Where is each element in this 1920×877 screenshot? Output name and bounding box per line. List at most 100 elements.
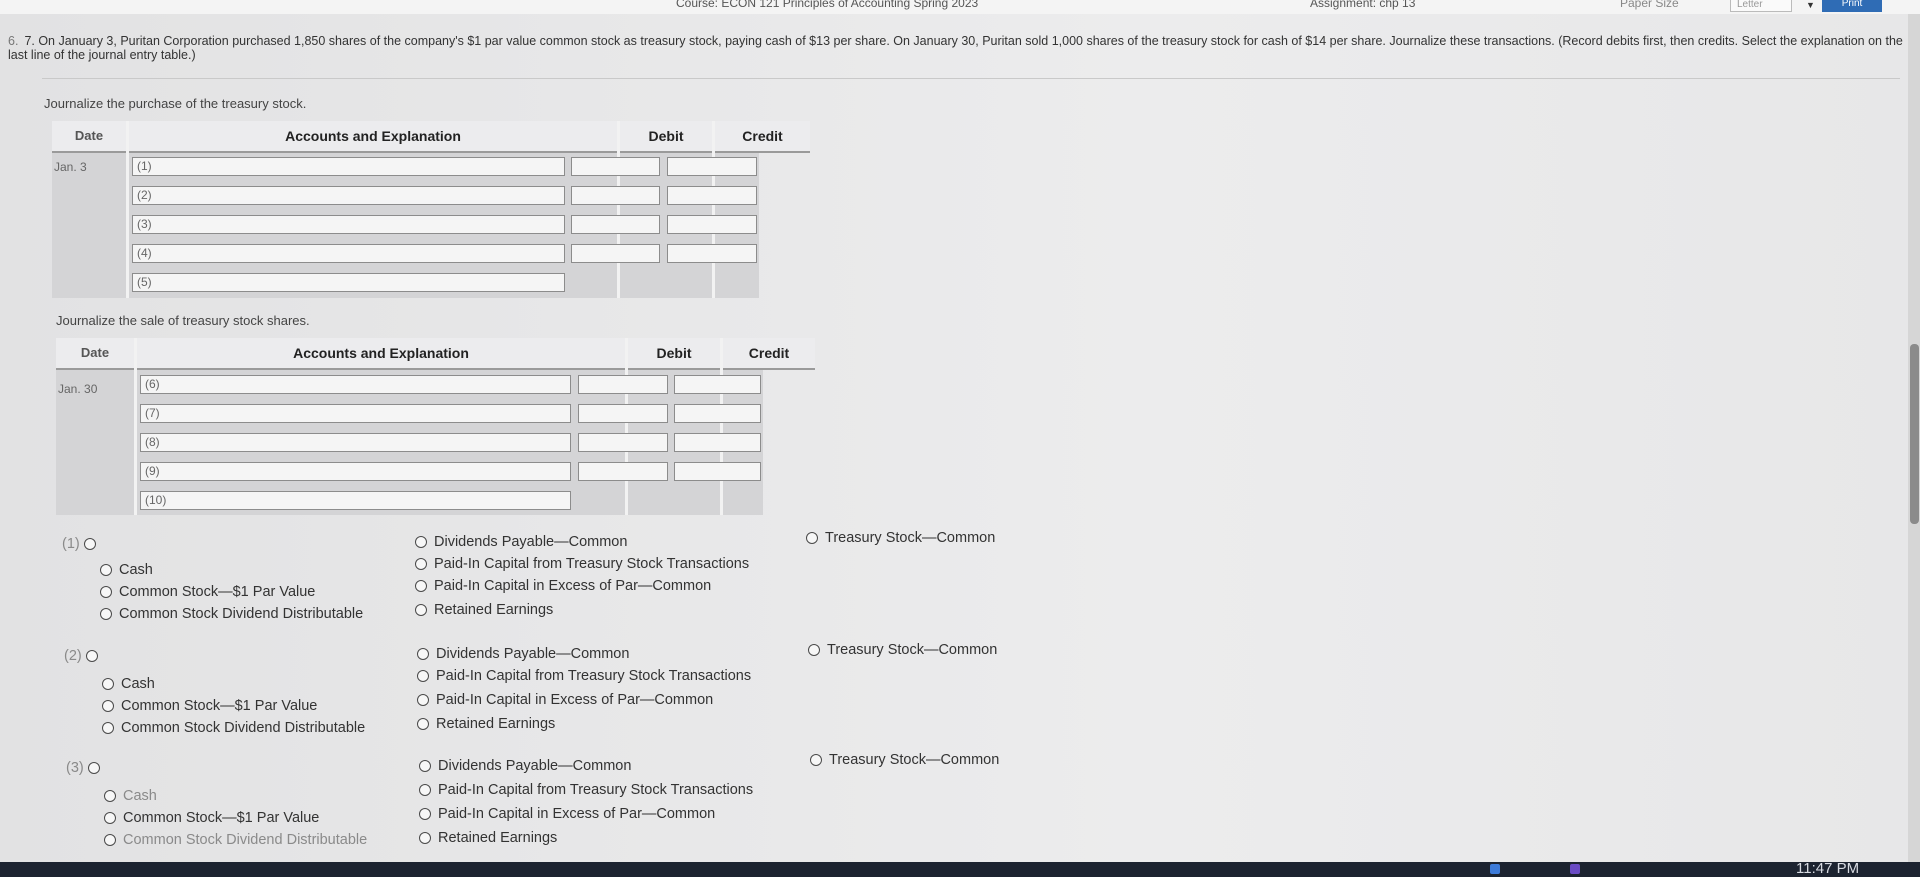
- radio-icon[interactable]: [806, 532, 818, 544]
- radio-icon[interactable]: [419, 832, 431, 844]
- radio-icon[interactable]: [417, 670, 429, 682]
- course-title: Course: ECON 121 Principles of Accountin…: [676, 0, 979, 10]
- option-common-stock[interactable]: Common Stock—$1 Par Value: [100, 584, 315, 600]
- radio-icon[interactable]: [415, 558, 427, 570]
- credit-field[interactable]: [674, 462, 761, 481]
- debit-field[interactable]: [578, 433, 668, 452]
- credit-field[interactable]: [667, 215, 757, 234]
- option-label: Common Stock—$1 Par Value: [119, 584, 316, 600]
- credit-field[interactable]: [667, 186, 757, 205]
- app-icon[interactable]: [1570, 864, 1580, 874]
- option-dividends-payable[interactable]: Dividends Payable—Common: [415, 534, 627, 550]
- debit-field[interactable]: [571, 157, 660, 176]
- column-separator: [712, 121, 715, 298]
- chevron-down-icon[interactable]: ▼: [1806, 0, 1815, 10]
- radio-icon[interactable]: [104, 834, 116, 846]
- option-dividends-payable[interactable]: Dividends Payable—Common: [419, 758, 631, 774]
- radio-icon[interactable]: [417, 718, 429, 730]
- option-label: Common Stock Dividend Distributable: [123, 832, 368, 848]
- option-group-label: (2): [64, 648, 82, 664]
- credit-field[interactable]: [674, 433, 761, 452]
- option-paid-in-excess[interactable]: Paid-In Capital in Excess of Par—Common: [419, 806, 715, 822]
- option-cs-dividend-distributable[interactable]: Common Stock Dividend Distributable: [102, 720, 365, 736]
- option-blank[interactable]: (1): [62, 536, 103, 552]
- radio-icon[interactable]: [100, 586, 112, 598]
- radio-icon[interactable]: [102, 678, 114, 690]
- option-label: Dividends Payable—Common: [436, 646, 630, 662]
- radio-icon[interactable]: [419, 784, 431, 796]
- radio-icon[interactable]: [808, 644, 820, 656]
- app-icon[interactable]: [1490, 864, 1500, 874]
- radio-icon[interactable]: [417, 648, 429, 660]
- radio-icon[interactable]: [100, 564, 112, 576]
- option-treasury-stock[interactable]: Treasury Stock—Common: [806, 530, 995, 546]
- option-label: Common Stock—$1 Par Value: [123, 810, 320, 826]
- account-field[interactable]: (3): [132, 215, 565, 234]
- account-field[interactable]: (8): [140, 433, 571, 452]
- account-field[interactable]: (1): [132, 157, 565, 176]
- option-retained-earnings[interactable]: Retained Earnings: [415, 602, 553, 618]
- scrollbar[interactable]: [1908, 14, 1920, 862]
- debit-header: Debit: [620, 121, 712, 153]
- radio-icon[interactable]: [415, 604, 427, 616]
- radio-icon[interactable]: [100, 608, 112, 620]
- debit-field[interactable]: [578, 462, 668, 481]
- radio-icon[interactable]: [419, 808, 431, 820]
- credit-field[interactable]: [667, 244, 757, 263]
- option-paid-in-treasury[interactable]: Paid-In Capital from Treasury Stock Tran…: [419, 782, 753, 798]
- option-treasury-stock[interactable]: Treasury Stock—Common: [810, 752, 999, 768]
- option-retained-earnings[interactable]: Retained Earnings: [417, 716, 555, 732]
- radio-icon[interactable]: [85, 650, 98, 662]
- radio-icon[interactable]: [415, 536, 427, 548]
- option-cs-dividend-distributable[interactable]: Common Stock Dividend Distributable: [100, 606, 363, 622]
- option-cash[interactable]: Cash: [100, 562, 153, 578]
- debit-field[interactable]: [571, 186, 660, 205]
- radio-icon[interactable]: [104, 812, 116, 824]
- option-cash[interactable]: Cash: [104, 788, 157, 804]
- account-field[interactable]: (2): [132, 186, 565, 205]
- radio-icon[interactable]: [419, 760, 431, 772]
- radio-icon[interactable]: [83, 538, 96, 550]
- account-field[interactable]: (9): [140, 462, 571, 481]
- paper-size-select[interactable]: Letter: [1730, 0, 1792, 12]
- option-label: Dividends Payable—Common: [438, 758, 632, 774]
- debit-field[interactable]: [578, 404, 668, 423]
- option-treasury-stock[interactable]: Treasury Stock—Common: [808, 642, 997, 658]
- journal-table-purchase: Date Accounts and Explanation Debit Cred…: [52, 121, 810, 298]
- option-retained-earnings[interactable]: Retained Earnings: [419, 830, 557, 846]
- credit-field[interactable]: [667, 157, 757, 176]
- radio-icon[interactable]: [87, 762, 100, 774]
- option-common-stock[interactable]: Common Stock—$1 Par Value: [104, 810, 319, 826]
- option-paid-in-excess[interactable]: Paid-In Capital in Excess of Par—Common: [415, 578, 711, 594]
- option-paid-in-treasury[interactable]: Paid-In Capital from Treasury Stock Tran…: [417, 668, 751, 684]
- option-blank[interactable]: (3): [66, 760, 107, 776]
- radio-icon[interactable]: [104, 790, 116, 802]
- option-cash[interactable]: Cash: [102, 676, 155, 692]
- explanation-field[interactable]: (5): [132, 273, 565, 292]
- option-blank[interactable]: (2): [64, 648, 105, 664]
- option-cs-dividend-distributable[interactable]: Common Stock Dividend Distributable: [104, 832, 367, 848]
- radio-icon[interactable]: [102, 700, 114, 712]
- radio-icon[interactable]: [102, 722, 114, 734]
- credit-field[interactable]: [674, 375, 761, 394]
- radio-icon[interactable]: [415, 580, 427, 592]
- option-common-stock[interactable]: Common Stock—$1 Par Value: [102, 698, 317, 714]
- account-field[interactable]: (7): [140, 404, 571, 423]
- radio-icon[interactable]: [417, 694, 429, 706]
- debit-field[interactable]: [571, 244, 660, 263]
- option-dividends-payable[interactable]: Dividends Payable—Common: [417, 646, 629, 662]
- print-button[interactable]: Print: [1822, 0, 1882, 12]
- sale-prompt: Journalize the sale of treasury stock sh…: [56, 313, 310, 328]
- option-label: Cash: [119, 562, 153, 578]
- option-paid-in-treasury[interactable]: Paid-In Capital from Treasury Stock Tran…: [415, 556, 749, 572]
- option-paid-in-excess[interactable]: Paid-In Capital in Excess of Par—Common: [417, 692, 713, 708]
- debit-field[interactable]: [571, 215, 660, 234]
- radio-icon[interactable]: [810, 754, 822, 766]
- credit-field[interactable]: [674, 404, 761, 423]
- scrollbar-thumb[interactable]: [1910, 344, 1919, 524]
- option-group-label: (1): [62, 536, 80, 552]
- debit-field[interactable]: [578, 375, 668, 394]
- explanation-field[interactable]: (10): [140, 491, 571, 510]
- account-field[interactable]: (4): [132, 244, 565, 263]
- account-field[interactable]: (6): [140, 375, 571, 394]
